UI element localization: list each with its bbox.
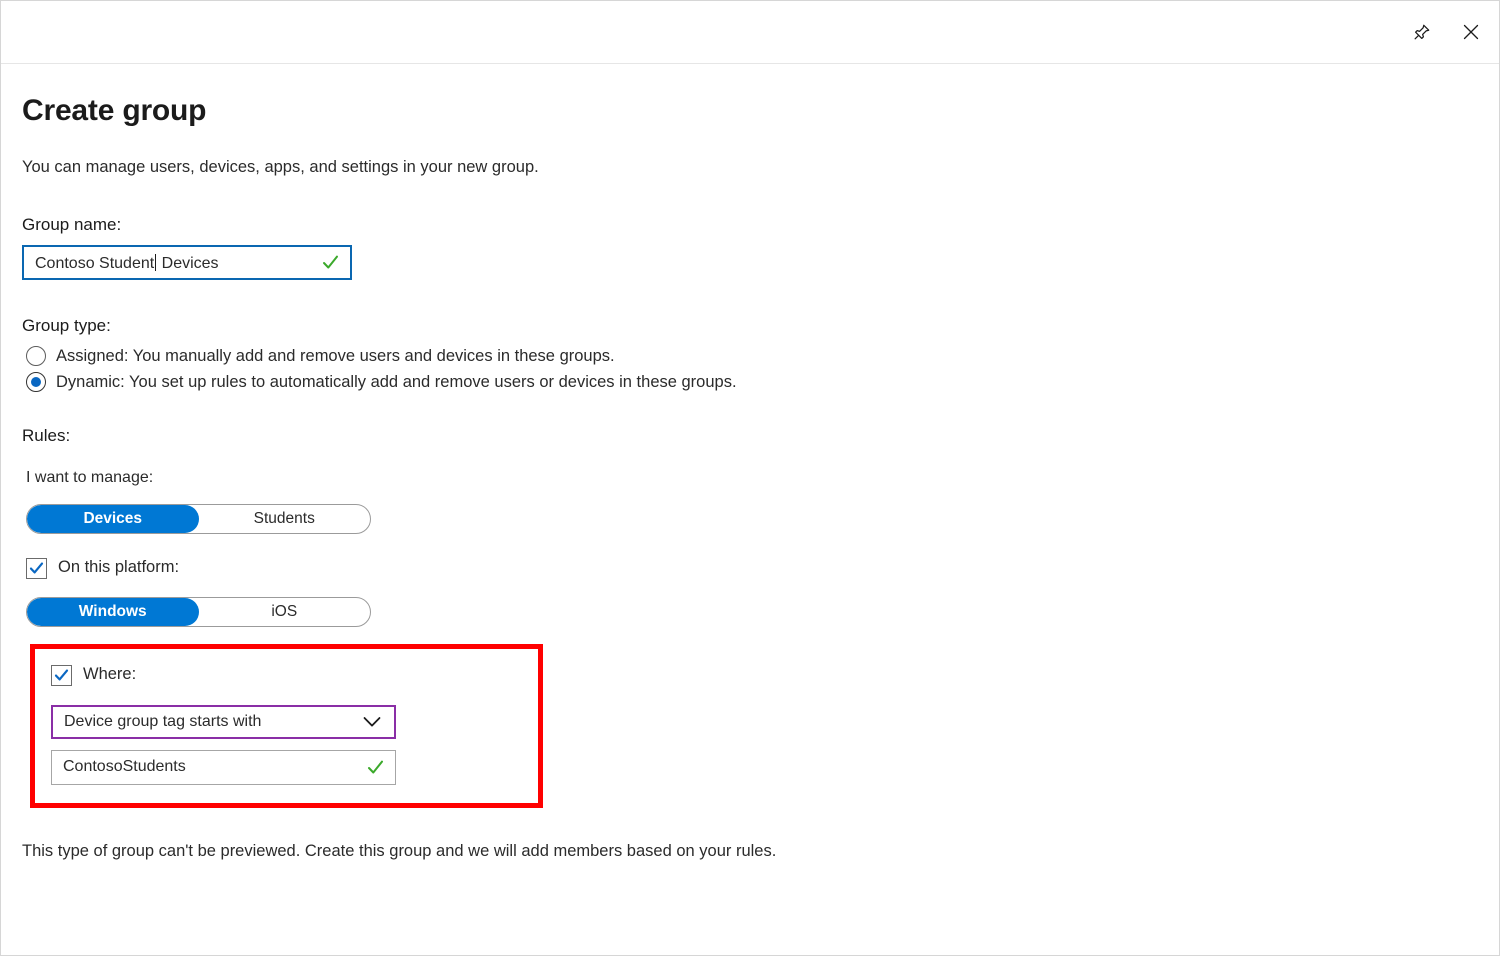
group-name-label: Group name:: [22, 214, 122, 234]
rules-inner: I want to manage: Devices Students On th…: [26, 469, 1499, 627]
rules-block: Rules: I want to manage: Devices Student…: [22, 426, 1499, 627]
where-section-highlight: Where: Device group tag starts with Cont…: [30, 643, 543, 808]
manage-toggle-option-devices[interactable]: Devices: [27, 504, 199, 533]
where-condition-dropdown[interactable]: Device group tag starts with: [51, 704, 396, 739]
group-name-text-after-caret: Devices: [157, 254, 219, 272]
group-name-input[interactable]: Contoso Student Devices: [22, 245, 352, 281]
group-type-block: Group type: Assigned: You manually add a…: [22, 316, 1499, 393]
platform-checkbox[interactable]: On this platform:: [26, 557, 1499, 579]
close-button[interactable]: [1453, 14, 1489, 50]
platform-checkbox-box: [26, 557, 47, 579]
where-value-input-value: ContosoStudents: [63, 759, 186, 776]
platform-toggle[interactable]: Windows iOS: [26, 596, 371, 627]
group-name-text-before-caret: Contoso Student: [35, 254, 155, 272]
platform-toggle-option-windows[interactable]: Windows: [27, 597, 199, 626]
manage-toggle-option-students[interactable]: Students: [199, 505, 371, 533]
radio-dynamic[interactable]: Dynamic: You set up rules to automatical…: [22, 372, 1499, 393]
radio-assigned-indicator: [26, 346, 46, 367]
where-value-input[interactable]: ContosoStudents: [51, 749, 396, 785]
radio-dynamic-dot: [31, 377, 41, 388]
title-bar: [1, 1, 1499, 64]
pin-icon: [1412, 23, 1431, 42]
pin-button[interactable]: [1403, 14, 1439, 50]
manage-label: I want to manage:: [26, 468, 154, 486]
group-name-input-value: Contoso Student Devices: [24, 253, 322, 272]
checkmark-icon: [29, 562, 44, 574]
group-name-valid-check-icon: [322, 254, 339, 271]
title-bar-actions: [1403, 1, 1489, 63]
panel-body: Create group You can manage users, devic…: [1, 64, 1499, 861]
chevron-down-icon: [363, 716, 381, 728]
checkmark-icon: [54, 669, 69, 681]
where-condition-selected-value: Device group tag starts with: [64, 712, 262, 730]
group-type-label: Group type:: [22, 316, 111, 336]
platform-toggle-option-ios[interactable]: iOS: [199, 598, 371, 626]
radio-dynamic-indicator: [26, 372, 46, 393]
footer-note: This type of group can't be previewed. C…: [22, 841, 777, 860]
rules-label: Rules:: [22, 426, 71, 446]
where-checkbox-label: Where:: [83, 665, 137, 684]
page-subtitle: You can manage users, devices, apps, and…: [22, 158, 539, 176]
group-name-field-block: Group name: Contoso Student Devices: [22, 214, 1499, 281]
radio-dynamic-label: Dynamic: You set up rules to automatical…: [56, 372, 737, 391]
where-checkbox-box: [51, 664, 72, 686]
page-title: Create group: [22, 94, 207, 127]
manage-toggle[interactable]: Devices Students: [26, 503, 371, 534]
close-icon: [1461, 22, 1481, 42]
platform-checkbox-label: On this platform:: [58, 558, 180, 577]
radio-assigned-label: Assigned: You manually add and remove us…: [56, 346, 615, 365]
where-checkbox[interactable]: Where:: [51, 664, 538, 686]
create-group-panel: Create group You can manage users, devic…: [0, 0, 1500, 956]
where-value-valid-check-icon: [367, 759, 384, 776]
radio-assigned[interactable]: Assigned: You manually add and remove us…: [22, 346, 1499, 367]
